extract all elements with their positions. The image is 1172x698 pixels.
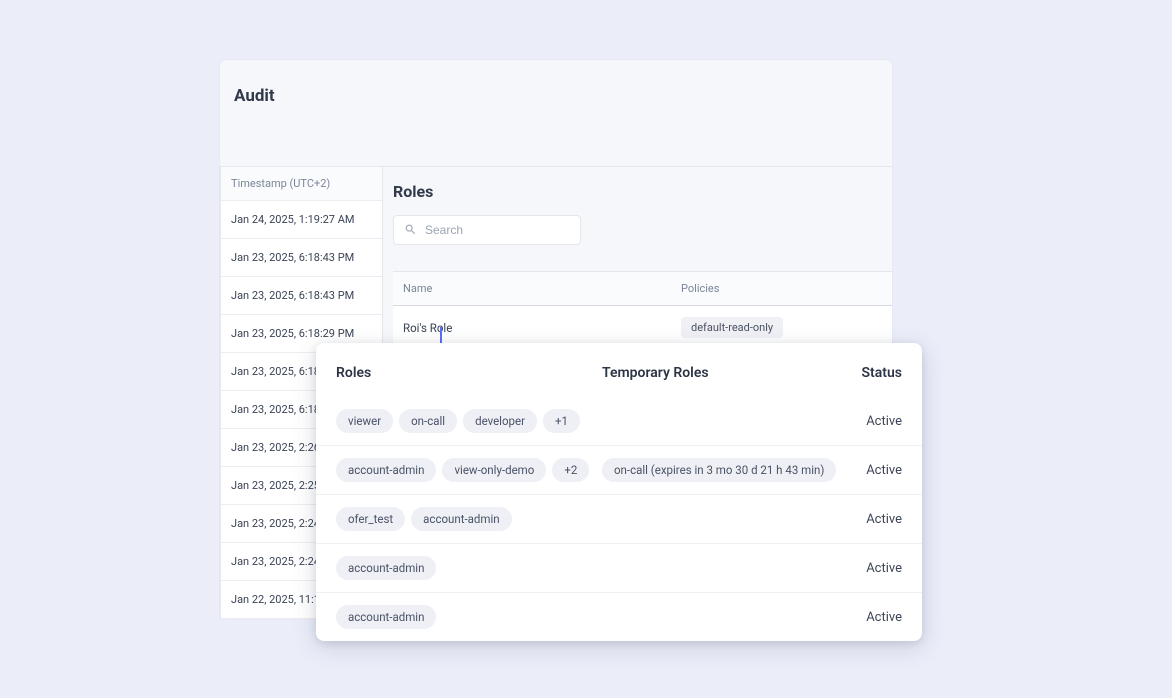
- role-policy-cell: default-read-only: [671, 317, 892, 338]
- overlay-status-cell: Active: [842, 463, 902, 478]
- role-chip[interactable]: developer: [463, 409, 537, 433]
- timestamp-item[interactable]: Jan 23, 2025, 6:18:43 PM: [221, 239, 382, 277]
- role-chip[interactable]: ofer_test: [336, 507, 405, 531]
- overlay-status-cell: Active: [842, 561, 902, 576]
- roles-pane-title: Roles: [393, 182, 892, 201]
- roles-header-policies: Policies: [671, 272, 892, 305]
- overlay-roles-cell: vieweron-calldeveloper+1: [336, 409, 602, 433]
- overlay-status-cell: Active: [842, 512, 902, 527]
- search-wrap[interactable]: [393, 215, 581, 245]
- overlay-row[interactable]: vieweron-calldeveloper+1 Active: [316, 397, 922, 446]
- role-chip[interactable]: account-admin: [411, 507, 511, 531]
- overlay-row[interactable]: ofer_testaccount-admin Active: [316, 495, 922, 544]
- timestamp-header: Timestamp (UTC+2): [221, 167, 382, 201]
- overlay-header: Roles Temporary Roles Status: [316, 343, 922, 381]
- role-chip[interactable]: +2: [552, 458, 589, 482]
- policy-chip: default-read-only: [681, 317, 783, 338]
- search-input[interactable]: [425, 223, 580, 237]
- overlay-row[interactable]: account-admin Active: [316, 593, 922, 641]
- overlay-header-status: Status: [842, 365, 902, 381]
- overlay-roles-cell: account-adminview-only-demo+2: [336, 458, 602, 482]
- roles-header-name: Name: [393, 272, 671, 305]
- timestamp-item[interactable]: Jan 24, 2025, 1:19:27 AM: [221, 201, 382, 239]
- role-chip[interactable]: +1: [543, 409, 580, 433]
- overlay-roles-cell: account-admin: [336, 556, 602, 580]
- search-icon: [404, 221, 425, 240]
- overlay-status-cell: Active: [842, 610, 902, 625]
- role-chip[interactable]: account-admin: [336, 556, 436, 580]
- overlay-header-roles: Roles: [336, 365, 602, 381]
- overlay-roles-cell: ofer_testaccount-admin: [336, 507, 602, 531]
- overlay-header-temp: Temporary Roles: [602, 365, 842, 381]
- role-name-cell: Roi's Role: [393, 321, 671, 335]
- role-chip[interactable]: account-admin: [336, 458, 436, 482]
- overlay-row[interactable]: account-admin Active: [316, 544, 922, 593]
- overlay-roles-cell: account-admin: [336, 605, 602, 629]
- roles-table-header: Name Policies: [393, 271, 892, 306]
- role-chip[interactable]: view-only-demo: [442, 458, 546, 482]
- role-chip[interactable]: on-call: [399, 409, 457, 433]
- role-chip[interactable]: viewer: [336, 409, 393, 433]
- overlay-body: vieweron-calldeveloper+1Activeaccount-ad…: [316, 381, 922, 641]
- overlay-temp-cell: on-call (expires in 3 mo 30 d 21 h 43 mi…: [602, 458, 842, 482]
- overlay-status-cell: Active: [842, 414, 902, 429]
- overlay-row[interactable]: account-adminview-only-demo+2on-call (ex…: [316, 446, 922, 495]
- role-chip[interactable]: account-admin: [336, 605, 436, 629]
- timestamp-item[interactable]: Jan 23, 2025, 6:18:43 PM: [221, 277, 382, 315]
- overlay-card: Roles Temporary Roles Status vieweron-ca…: [316, 343, 922, 641]
- page-title: Audit: [220, 60, 892, 106]
- temp-role-chip[interactable]: on-call (expires in 3 mo 30 d 21 h 43 mi…: [602, 458, 836, 482]
